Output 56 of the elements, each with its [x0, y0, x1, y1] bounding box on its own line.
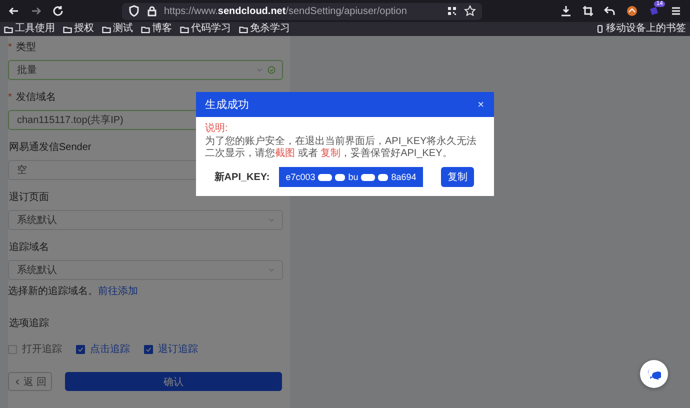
add-link[interactable]: 前往添加 — [98, 286, 138, 297]
reply-icon[interactable] — [604, 5, 616, 17]
mobile-bookmarks[interactable]: 移动设备上的书签 — [596, 24, 686, 34]
chat-button[interactable] — [640, 360, 668, 388]
bookmark[interactable]: 工具使用 — [4, 24, 55, 34]
back-button[interactable]: 返 回 — [8, 372, 52, 391]
dialog-title: 生成成功 — [205, 98, 249, 112]
hint-text: 选择新的追踪域名。前往添加 — [8, 284, 139, 298]
shield-icon — [128, 5, 140, 17]
check-circle-icon — [267, 64, 276, 76]
required-mark: * — [8, 42, 12, 52]
note-text: 为了您的账户安全，在退出当前界面后，API_KEY将永久无法二次显示，请您截图 或者 复制，妥善保管好API_KEY。 — [205, 136, 478, 160]
bookmark[interactable]: 授权 — [63, 24, 94, 34]
select-field[interactable]: 系统默认 — [8, 210, 283, 230]
section-label: 选项追踪 — [9, 316, 49, 330]
bookmark[interactable]: 免杀学习 — [239, 24, 290, 34]
bookmark[interactable]: 博客 — [141, 24, 172, 34]
bookmark[interactable]: 代码学习 — [180, 24, 231, 34]
close-button[interactable]: × — [478, 98, 484, 110]
star-icon[interactable] — [464, 5, 476, 17]
lock-icon — [146, 5, 158, 17]
url-text: https://www.sendcloud.net/sendSetting/apiuser/option — [164, 6, 408, 16]
forward-icon[interactable] — [30, 5, 42, 17]
phone-icon — [596, 24, 604, 34]
folder-icon — [63, 24, 72, 34]
extension-icon[interactable] — [626, 5, 638, 17]
required-mark: * — [8, 92, 12, 102]
field-label: 追踪域名 — [9, 240, 49, 254]
field-label: 退订页面 — [9, 190, 49, 204]
copy-button[interactable]: 复制 — [441, 167, 474, 187]
menu-icon[interactable] — [670, 5, 682, 17]
tracking-checkbox[interactable]: 打开追踪 — [8, 342, 62, 356]
reload-icon[interactable] — [52, 5, 64, 17]
folder-icon — [239, 24, 248, 34]
select-field[interactable]: 系统默认 — [8, 260, 283, 280]
checkmark-icon — [145, 346, 152, 352]
api-key-field: e7c003 bu 8a694 — [279, 167, 423, 187]
folder-icon — [141, 24, 150, 34]
field-label: 类型 — [16, 40, 36, 54]
confirm-button[interactable]: 确认 — [65, 372, 282, 391]
select-field[interactable]: 批量 — [8, 60, 283, 80]
crop-icon[interactable] — [582, 5, 594, 17]
qr-code-icon[interactable] — [446, 5, 458, 17]
tracking-checkbox[interactable]: 退订追踪 — [144, 342, 198, 356]
field-label: 发信域名 — [16, 90, 56, 104]
download-icon[interactable] — [560, 5, 572, 17]
folder-icon — [102, 24, 111, 34]
checkmark-icon — [77, 346, 84, 352]
chat-icon — [647, 367, 661, 381]
folder-icon — [180, 24, 189, 34]
address-bar[interactable]: https://www.sendcloud.net/sendSetting/apiuser/option — [122, 2, 482, 20]
folder-icon — [4, 24, 13, 34]
tracking-checkbox[interactable]: 点击追踪 — [76, 342, 130, 356]
bookmark[interactable]: 测试 — [102, 24, 133, 34]
field-label: 网易通发信Sender — [9, 140, 92, 154]
back-icon[interactable] — [8, 5, 20, 17]
